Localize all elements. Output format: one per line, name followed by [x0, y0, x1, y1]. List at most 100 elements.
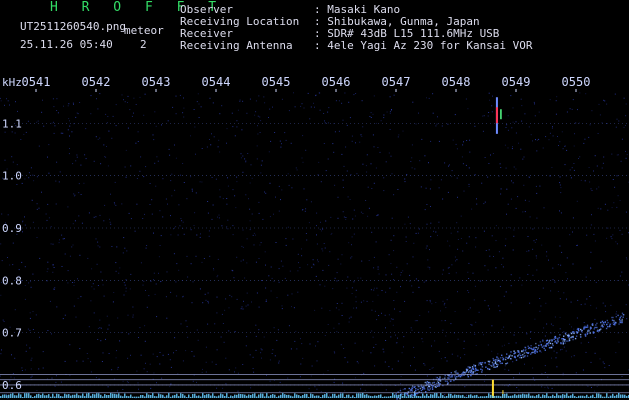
- noise-dot: [36, 203, 38, 205]
- noise-dot: [97, 138, 99, 140]
- noise-dot: [207, 323, 209, 325]
- noise-dot: [250, 164, 252, 166]
- noise-dot: [415, 232, 417, 234]
- baseline-spike: [568, 395, 570, 398]
- noise-dot: [604, 367, 606, 369]
- sweep-dot: [587, 330, 589, 332]
- noise-dot: [314, 106, 315, 108]
- noise-dot: [351, 140, 353, 142]
- noise-dot: [374, 365, 376, 367]
- noise-dot: [27, 328, 29, 330]
- noise-dot: [547, 387, 549, 389]
- noise-dot: [24, 298, 26, 300]
- sweep-dot: [553, 338, 555, 340]
- noise-dot: [52, 98, 54, 100]
- noise-dot: [249, 182, 251, 184]
- noise-dot: [566, 111, 568, 113]
- sweep-dot: [526, 355, 529, 357]
- sweep-dot: [578, 330, 580, 332]
- noise-dot: [39, 257, 41, 259]
- baseline-spike: [352, 395, 354, 398]
- sweep-dot: [522, 349, 525, 351]
- noise-dot: [4, 131, 6, 133]
- sweep-dot: [491, 365, 493, 367]
- noise-dot: [197, 339, 199, 341]
- noise-dot: [52, 264, 54, 265]
- info-value: : 4ele Yagi Az 230 for Kansai VOR: [314, 39, 533, 52]
- noise-dot: [485, 250, 487, 251]
- noise-dot: [540, 351, 542, 353]
- noise-dot: [391, 217, 393, 219]
- baseline-spike: [626, 395, 628, 398]
- noise-dot: [25, 131, 27, 133]
- noise-dot: [229, 294, 231, 296]
- x-tick-label: 0550: [562, 75, 591, 89]
- sweep-dot: [467, 376, 469, 378]
- noise-dot: [510, 302, 512, 304]
- noise-dot: [535, 139, 536, 141]
- baseline-spike: [532, 395, 534, 398]
- noise-dot: [615, 126, 617, 128]
- noise-dot: [133, 97, 135, 99]
- noise-dot: [30, 281, 31, 283]
- noise-dot: [414, 168, 416, 170]
- noise-dot: [234, 195, 236, 197]
- noise-dot: [127, 127, 129, 129]
- sweep-dot: [584, 326, 586, 328]
- baseline-spike: [504, 393, 506, 398]
- baseline-spike: [66, 394, 68, 398]
- noise-dot: [169, 154, 171, 156]
- noise-dot: [95, 377, 97, 379]
- baseline-spike: [86, 393, 88, 398]
- noise-dot: [529, 176, 531, 178]
- sweep-dot: [609, 323, 611, 325]
- noise-dot: [356, 173, 358, 175]
- noise-dot: [14, 132, 16, 134]
- noise-dot: [200, 233, 201, 235]
- noise-dot: [194, 126, 196, 128]
- noise-dot: [103, 295, 105, 297]
- noise-dot: [186, 198, 188, 200]
- baseline-spike: [444, 396, 446, 398]
- noise-dot: [335, 307, 337, 309]
- noise-dot: [528, 200, 530, 202]
- noise-dot: [351, 244, 352, 246]
- noise-dot: [195, 192, 197, 194]
- noise-dot: [571, 356, 572, 358]
- noise-dot: [492, 153, 494, 154]
- noise-dot: [260, 348, 262, 350]
- noise-dot: [250, 387, 252, 389]
- baseline-spike: [210, 395, 212, 398]
- noise-dot: [578, 158, 579, 159]
- noise-dot: [236, 176, 238, 178]
- noise-dot: [36, 176, 38, 178]
- baseline-spike: [118, 393, 120, 398]
- noise-dot: [294, 340, 296, 342]
- baseline-spike: [84, 396, 86, 398]
- noise-dot: [77, 113, 79, 115]
- noise-dot: [132, 314, 134, 316]
- noise-dot: [573, 355, 575, 357]
- baseline-spike: [204, 395, 206, 398]
- noise-dot: [316, 225, 317, 227]
- noise-dot: [138, 388, 139, 390]
- noise-dot: [545, 136, 547, 138]
- noise-dot: [370, 289, 372, 291]
- noise-dot: [260, 120, 262, 122]
- sweep-dot: [449, 376, 452, 378]
- sweep-dot: [437, 380, 439, 382]
- sweep-dot: [552, 344, 554, 347]
- noise-dot: [242, 100, 244, 102]
- noise-dot: [153, 372, 155, 374]
- sweep-dot: [581, 329, 583, 332]
- baseline-spike: [536, 395, 538, 398]
- sweep-dot: [456, 372, 458, 374]
- noise-dot: [411, 285, 413, 287]
- noise-dot: [399, 311, 401, 313]
- noise-dot: [207, 302, 209, 304]
- sweep-dot: [538, 344, 540, 347]
- noise-dot: [532, 274, 534, 276]
- noise-dot: [30, 376, 32, 378]
- sweep-dot: [419, 387, 422, 390]
- noise-dot: [555, 100, 557, 102]
